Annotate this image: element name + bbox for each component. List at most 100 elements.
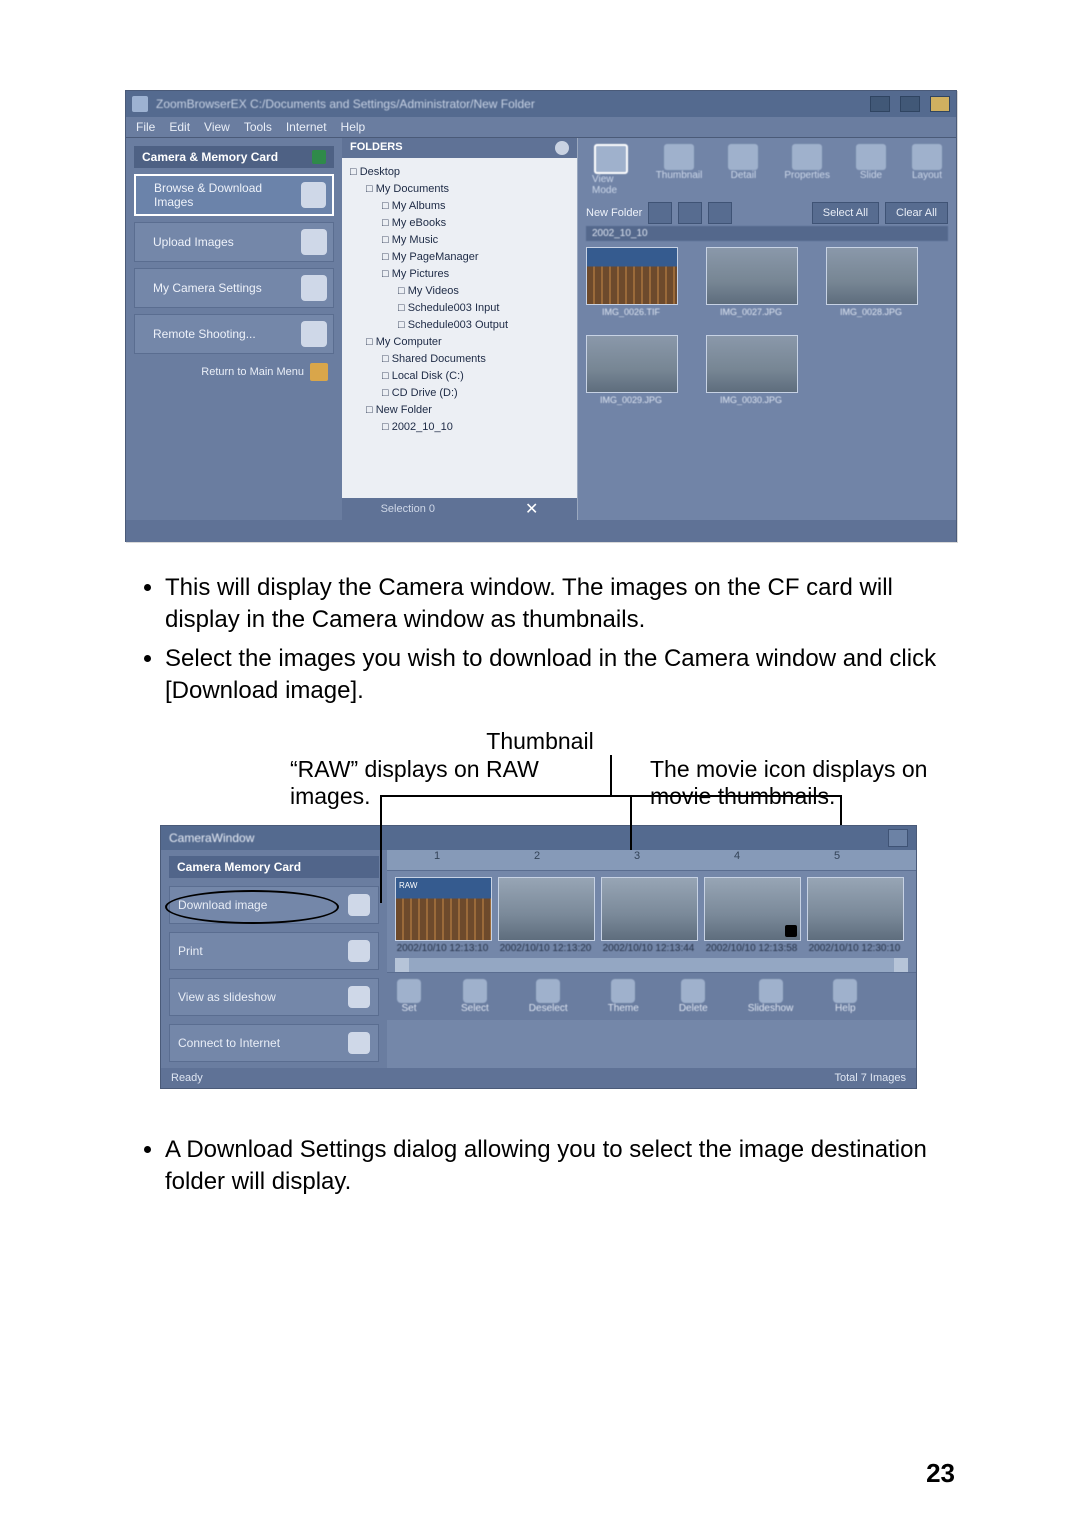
menu-tools[interactable]: Tools: [244, 120, 272, 134]
tool-button[interactable]: [708, 202, 732, 224]
close-panel-icon[interactable]: ✕: [525, 499, 538, 519]
nav-browse-download[interactable]: Browse & Download Images: [134, 174, 334, 216]
thumbnail[interactable]: IMG_0028.JPG: [826, 247, 916, 317]
slideshow-button[interactable]: View as slideshow: [169, 978, 379, 1016]
camera-thumbnail[interactable]: RAW2002/10/10 12:13:10: [395, 877, 490, 954]
tool-button[interactable]: [678, 202, 702, 224]
camera-status-bar: Ready Total 7 Images: [161, 1068, 916, 1088]
tree-node[interactable]: □ Desktop: [346, 164, 573, 181]
tree-node[interactable]: □ Schedule003 Input: [346, 300, 573, 317]
status-bar: [126, 520, 956, 542]
view-mode[interactable]: View Mode: [592, 144, 630, 196]
maximize-icon[interactable]: [900, 96, 920, 112]
thumbnail[interactable]: IMG_0030.JPG: [706, 335, 796, 405]
scrollbar[interactable]: [395, 958, 908, 972]
clear-all-button[interactable]: Clear All: [885, 202, 948, 224]
close-icon[interactable]: [888, 829, 908, 847]
tree-node[interactable]: □ My Documents: [346, 181, 573, 198]
status-right: Total 7 Images: [834, 1072, 906, 1084]
menu-internet[interactable]: Internet: [286, 120, 327, 134]
instruction-item: This will display the Camera window. The…: [165, 572, 955, 637]
nav-label: Browse & Download Images: [154, 181, 301, 209]
download-image-button[interactable]: Download image: [169, 886, 379, 924]
tree-node[interactable]: □ My eBooks: [346, 215, 573, 232]
folder-tree[interactable]: □ Desktop□ My Documents□ My Albums□ My e…: [342, 158, 577, 442]
connector-line: [610, 755, 612, 795]
left-header-label: Camera & Memory Card: [142, 150, 278, 164]
menu-view[interactable]: View: [204, 120, 230, 134]
camera-thumbnail[interactable]: 2002/10/10 12:13:20: [498, 877, 593, 954]
view-mode[interactable]: Properties: [784, 144, 830, 196]
print-icon: [348, 940, 370, 962]
tree-node[interactable]: □ My Music: [346, 232, 573, 249]
callout-raw: “RAW” displays on RAW images.: [290, 756, 570, 811]
ruler-mark: 4: [687, 850, 787, 870]
callout-movie: The movie icon displays on movie thumbna…: [650, 756, 930, 811]
toolbar-button[interactable]: Help: [833, 979, 857, 1014]
nav-remote-shooting[interactable]: Remote Shooting...: [134, 314, 334, 354]
connector-line: [840, 795, 842, 825]
tree-node[interactable]: □ Shared Documents: [346, 351, 573, 368]
folder-toolbar: New Folder Select All Clear All: [586, 202, 948, 224]
callout-thumbnail: Thumbnail: [160, 728, 920, 756]
zoombrowser-window: ZoomBrowserEX C:/Documents and Settings/…: [125, 90, 957, 542]
thumbnail[interactable]: IMG_0027.JPG: [706, 247, 796, 317]
view-mode[interactable]: Layout: [912, 144, 942, 196]
instruction-list: This will display the Camera window. The…: [165, 572, 955, 708]
toolbar-button[interactable]: Delete: [679, 979, 708, 1014]
tool-button[interactable]: [648, 202, 672, 224]
nav-return[interactable]: Return to Main Menu: [134, 360, 334, 384]
folders-header: FOLDERS: [350, 141, 403, 155]
tree-node[interactable]: □ My Albums: [346, 198, 573, 215]
view-mode[interactable]: Thumbnail: [656, 144, 703, 196]
camera-thumbnail[interactable]: 2002/10/10 12:30:10: [807, 877, 902, 954]
thumbnail-panel: View Mode Thumbnail Detail Properties Slide L…: [578, 138, 956, 520]
index-ruler: 12345: [387, 850, 916, 871]
remote-icon: [301, 321, 327, 347]
refresh-icon[interactable]: [555, 141, 569, 155]
nav-label: Remote Shooting...: [153, 327, 256, 341]
menu-bar: File Edit View Tools Internet Help: [126, 117, 956, 138]
window-titlebar: ZoomBrowserEX C:/Documents and Settings/…: [126, 91, 956, 117]
menu-edit[interactable]: Edit: [169, 120, 190, 134]
connector-line: [380, 795, 840, 797]
toolbar-button[interactable]: Theme: [608, 979, 639, 1014]
toolbar-button[interactable]: Deselect: [529, 979, 568, 1014]
instruction-list: A Download Settings dialog allowing you …: [165, 1134, 955, 1199]
tree-node[interactable]: □ My Computer: [346, 334, 573, 351]
tree-node[interactable]: □ My Videos: [346, 283, 573, 300]
thumbnail[interactable]: IMG_0029.JPG: [586, 335, 676, 405]
view-mode[interactable]: Detail: [728, 144, 758, 196]
minimize-icon[interactable]: [870, 96, 890, 112]
tree-node[interactable]: □ New Folder: [346, 402, 573, 419]
camera-titlebar: CameraWindow: [161, 826, 916, 850]
nav-upload[interactable]: Upload Images: [134, 222, 334, 262]
camera-thumbnail[interactable]: 2002/10/10 12:13:58: [704, 877, 799, 954]
tree-node[interactable]: □ My Pictures: [346, 266, 573, 283]
slideshow-icon: [348, 986, 370, 1008]
nav-label: My Camera Settings: [153, 281, 262, 295]
globe-icon: [348, 1032, 370, 1054]
menu-help[interactable]: Help: [341, 120, 366, 134]
nav-label: Upload Images: [153, 235, 234, 249]
internet-button[interactable]: Connect to Internet: [169, 1024, 379, 1062]
thumbnail[interactable]: IMG_0026.TIF: [586, 247, 676, 317]
toolbar-button[interactable]: Slideshow: [748, 979, 794, 1014]
tree-node[interactable]: □ My PageManager: [346, 249, 573, 266]
app-icon: [132, 96, 148, 112]
select-all-button[interactable]: Select All: [812, 202, 879, 224]
toolbar-button[interactable]: Select: [461, 979, 489, 1014]
camera-thumbnail[interactable]: 2002/10/10 12:13:44: [601, 877, 696, 954]
tree-node[interactable]: □ Schedule003 Output: [346, 317, 573, 334]
menu-file[interactable]: File: [136, 120, 155, 134]
tree-node[interactable]: □ 2002_10_10: [346, 419, 573, 436]
camera-thumbnails: RAW2002/10/10 12:13:102002/10/10 12:13:2…: [387, 871, 916, 954]
tree-node[interactable]: □ CD Drive (D:): [346, 385, 573, 402]
camera-left-header: Camera Memory Card: [169, 856, 379, 878]
print-button[interactable]: Print: [169, 932, 379, 970]
tree-node[interactable]: □ Local Disk (C:): [346, 368, 573, 385]
close-icon[interactable]: [930, 96, 950, 112]
nav-camera-settings[interactable]: My Camera Settings: [134, 268, 334, 308]
view-mode[interactable]: Slide: [856, 144, 886, 196]
toolbar-button[interactable]: Set: [397, 979, 421, 1014]
